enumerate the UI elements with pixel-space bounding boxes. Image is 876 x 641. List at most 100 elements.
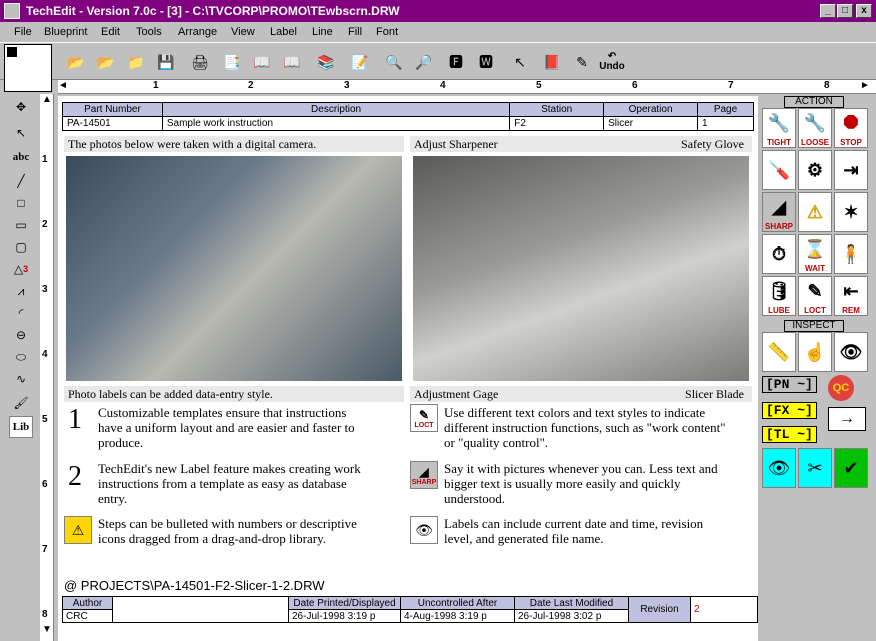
- zoom-in-icon[interactable]: 🔍: [380, 48, 408, 76]
- checkmark-icon[interactable]: ✔: [834, 448, 868, 488]
- photo2-caption[interactable]: Adjust Sharpener Safety Glove: [410, 136, 752, 152]
- photo2-bottom-caption[interactable]: Adjustment Gage Slicer Blade: [410, 386, 752, 402]
- open-template-icon[interactable]: 📂: [92, 48, 120, 76]
- menu-font[interactable]: Font: [376, 26, 398, 38]
- wait-icon[interactable]: ⌛ WAIT: [798, 234, 832, 274]
- tag-tl[interactable]: [TL ~]: [762, 426, 817, 443]
- tag-pn[interactable]: [PN ~]: [762, 376, 817, 393]
- fill-bucket-icon[interactable]: 🖌: [9, 392, 33, 414]
- rectangle-tool-icon[interactable]: ▭: [9, 214, 33, 236]
- visual-check-icon[interactable]: 👁: [762, 448, 796, 488]
- step-text[interactable]: Customizable templates ensure that instr…: [98, 405, 368, 450]
- loctite-palette-icon[interactable]: ✎ LOCT: [798, 276, 832, 316]
- menu-file[interactable]: File: [14, 26, 32, 38]
- maximize-button[interactable]: □: [837, 4, 853, 18]
- hazard-icon[interactable]: ✶: [834, 192, 868, 232]
- stop-icon[interactable]: ⯃ STOP: [834, 108, 868, 148]
- open-blue-folder-icon[interactable]: 📁: [122, 48, 150, 76]
- move-icon[interactable]: ✥: [9, 96, 33, 118]
- ruler-scroll-left-icon[interactable]: ◄: [58, 80, 68, 91]
- circle-tool-icon[interactable]: ⊖: [9, 324, 33, 346]
- triangle-tool-icon[interactable]: △ 3: [9, 258, 33, 280]
- screw-icon[interactable]: ⚙: [798, 150, 832, 190]
- polyline-tool-icon[interactable]: ⩘: [9, 280, 33, 302]
- header-part-value[interactable]: PA-14501: [62, 116, 163, 131]
- step-text[interactable]: Steps can be bulleted with numbers or de…: [98, 516, 368, 546]
- menu-blueprint[interactable]: Blueprint: [44, 26, 87, 38]
- footer-uncontrolled-value[interactable]: 4-Aug-1998 3:19 p: [400, 609, 515, 623]
- caliper-icon[interactable]: 📏: [762, 332, 796, 372]
- step-text[interactable]: Labels can include current date and time…: [444, 516, 734, 546]
- book-icon[interactable]: 📖: [248, 48, 276, 76]
- photo1-caption[interactable]: The photos below were taken with a digit…: [64, 136, 404, 152]
- menu-fill[interactable]: Fill: [348, 26, 362, 38]
- select-arrow-icon[interactable]: ↖: [9, 122, 33, 144]
- header-operation-value[interactable]: Slicer: [603, 116, 699, 131]
- line-tool-icon[interactable]: ╱: [9, 170, 33, 192]
- header-page-value[interactable]: 1: [697, 116, 754, 131]
- photo-slicer[interactable]: [413, 156, 749, 381]
- word-icon[interactable]: 🆆: [472, 48, 500, 76]
- eraser-icon[interactable]: ✎: [568, 48, 596, 76]
- app-icon[interactable]: [4, 3, 20, 19]
- undo-button[interactable]: ↶ Undo: [598, 48, 626, 76]
- footer-printed-value[interactable]: 26-Jul-1998 3:19 p: [288, 609, 401, 623]
- close-button[interactable]: x: [856, 4, 872, 18]
- header-station-value[interactable]: F2: [509, 116, 605, 131]
- minimize-button[interactable]: _: [820, 4, 836, 18]
- step-text[interactable]: TechEdit's new Label feature makes creat…: [98, 461, 368, 506]
- menu-edit[interactable]: Edit: [101, 26, 120, 38]
- library-button[interactable]: Lib: [9, 416, 33, 438]
- screwdriver-icon[interactable]: 🪛: [762, 150, 796, 190]
- footer-revision-value[interactable]: 2: [690, 596, 758, 623]
- save-icon[interactable]: 💾: [152, 48, 180, 76]
- menu-tools[interactable]: Tools: [136, 26, 162, 38]
- gauge-check-icon[interactable]: ✂: [798, 448, 832, 488]
- remove-icon[interactable]: ⇤ REM: [834, 276, 868, 316]
- pointer-icon[interactable]: ↖: [506, 48, 534, 76]
- menu-arrange[interactable]: Arrange: [178, 26, 217, 38]
- inspect-eye-icon[interactable]: 👁: [834, 332, 868, 372]
- ruler-scroll-down-icon[interactable]: ▼: [42, 624, 52, 635]
- worker-icon[interactable]: 🧍: [834, 234, 868, 274]
- loosen-icon[interactable]: 🔧 LOOSE: [798, 108, 832, 148]
- sharp-blade-icon[interactable]: ◢ SHARP: [762, 192, 796, 232]
- footer-modified-value[interactable]: 26-Jul-1998 3:02 p: [514, 609, 629, 623]
- ruler-scroll-right-icon[interactable]: ►: [860, 80, 870, 91]
- menu-line[interactable]: Line: [312, 26, 333, 38]
- library-icon[interactable]: 📕: [538, 48, 566, 76]
- touch-icon[interactable]: ☝: [798, 332, 832, 372]
- photo-machine[interactable]: [66, 156, 402, 381]
- arrow-icon[interactable]: →: [828, 407, 866, 431]
- qc-badge[interactable]: QC: [828, 375, 854, 401]
- open-folder-icon[interactable]: 📂: [62, 48, 90, 76]
- book-open-icon[interactable]: 📖: [278, 48, 306, 76]
- insert-icon[interactable]: ⇥: [834, 150, 868, 190]
- caution-icon[interactable]: ⚠: [798, 192, 832, 232]
- document-page[interactable]: Part Number Description Station Operatio…: [58, 96, 758, 641]
- step-text[interactable]: Use different text colors and text style…: [444, 405, 734, 450]
- stopwatch-icon[interactable]: ⏱: [762, 234, 796, 274]
- curve-tool-icon[interactable]: ∿: [9, 368, 33, 390]
- lube-icon[interactable]: 🛢 LUBE: [762, 276, 796, 316]
- zoom-out-icon[interactable]: 🔎: [410, 48, 438, 76]
- rounded-rect-tool-icon[interactable]: ▢: [9, 236, 33, 258]
- menu-label[interactable]: Label: [270, 26, 297, 38]
- glossary-icon[interactable]: 📚: [312, 48, 340, 76]
- header-desc-value[interactable]: Sample work instruction: [161, 116, 511, 131]
- ellipse-tool-icon[interactable]: ⬭: [9, 346, 33, 368]
- ruler-scroll-up-icon[interactable]: ▲: [42, 94, 52, 105]
- font-icon[interactable]: 🅵: [442, 48, 470, 76]
- square-tool-icon[interactable]: □: [9, 192, 33, 214]
- arc-tool-icon[interactable]: ◜: [9, 302, 33, 324]
- footer-author-value[interactable]: CRC: [62, 609, 113, 623]
- edit-text-icon[interactable]: 📝: [346, 48, 374, 76]
- print-icon[interactable]: 🖨: [186, 48, 214, 76]
- color-swatch[interactable]: [4, 44, 52, 92]
- step-text[interactable]: Say it with pictures whenever you can. L…: [444, 461, 734, 506]
- text-tool-button[interactable]: abc: [9, 146, 33, 168]
- menu-view[interactable]: View: [231, 26, 255, 38]
- tag-fx[interactable]: [FX ~]: [762, 402, 817, 419]
- file-path[interactable]: @ PROJECTS\PA-14501-F2-Slicer-1-2.DRW: [64, 578, 325, 593]
- photo-label-caption[interactable]: Photo labels can be added data-entry sty…: [64, 386, 404, 402]
